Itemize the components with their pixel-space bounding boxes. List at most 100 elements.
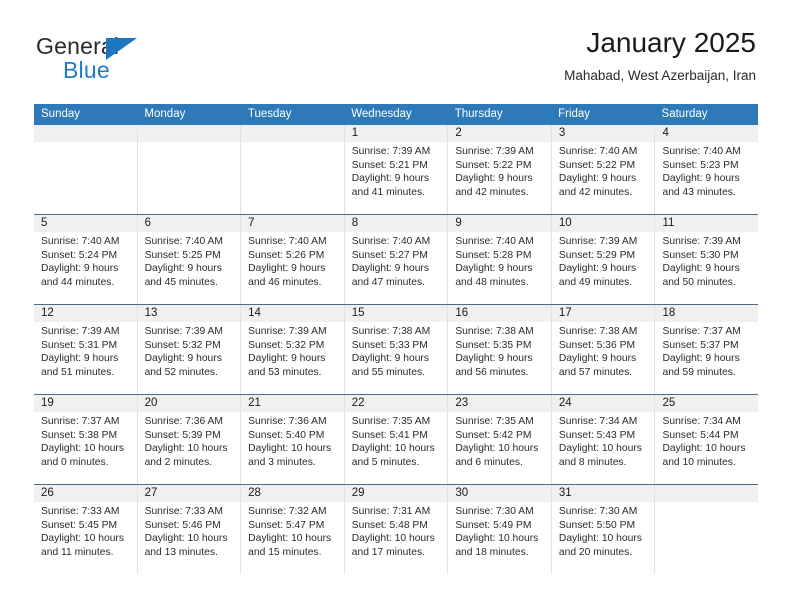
day-number: 23 [455,397,469,409]
day-details: Sunrise: 7:40 AM Sunset: 5:25 PM Daylight:… [138,232,241,289]
daylight-text: Daylight: 9 hours [662,353,740,365]
day-number: 14 [248,307,261,319]
day-details: Sunrise: 7:39 AM Sunset: 5:29 PM Daylight:… [552,232,655,289]
weekday-header-tuesday: Tuesday [247,108,292,120]
calendar-day-cell[interactable]: 12 Sunrise: 7:39 AM Sunset: 5:31 PM Dayligh… [34,305,138,394]
calendar-day-cell[interactable]: 28 Sunrise: 7:32 AM Sunset: 5:47 PM Dayligh… [241,485,345,574]
day-number-band: 22 [344,395,448,412]
calendar-day-cell[interactable]: 21 Sunrise: 7:36 AM Sunset: 5:40 PM Dayligh… [241,395,345,484]
day-number-band: 6 [137,215,241,232]
sunrise-text: Sunrise: 7:30 AM [455,506,534,517]
day-details: Sunrise: 7:34 AM Sunset: 5:43 PM Daylight:… [552,412,655,469]
brand-logo[interactable]: General Blue [36,33,216,87]
calendar-day-cell[interactable]: 6 Sunrise: 7:40 AM Sunset: 5:25 PM Daylight… [137,215,242,304]
calendar-day-cell[interactable]: 23 Sunrise: 7:35 AM Sunset: 5:42 PM Dayligh… [448,395,552,484]
day-number-band [241,125,344,142]
day-number-band: 27 [137,485,241,502]
daylight-text: and 17 minutes. [351,546,426,558]
calendar-day-cell[interactable]: 1 Sunrise: 7:39 AM Sunset: 5:21 PM Daylight… [344,125,449,214]
daylight-text: and 56 minutes. [455,366,529,378]
sunset-text: Sunset: 5:32 PM [248,339,325,351]
calendar-day-cell[interactable]: 17 Sunrise: 7:38 AM Sunset: 5:36 PM Dayligh… [551,305,656,394]
day-number: 9 [455,217,462,229]
calendar-day-cell[interactable]: 29 Sunrise: 7:31 AM Sunset: 5:48 PM Dayligh… [344,485,449,574]
calendar-day-cell[interactable]: 25 Sunrise: 7:34 AM Sunset: 5:44 PM Dayligh… [655,395,759,484]
calendar-day-cell[interactable]: 19 Sunrise: 7:37 AM Sunset: 5:38 PM Dayligh… [34,395,138,484]
daylight-text: and 47 minutes. [351,276,426,288]
daylight-text: Daylight: 9 hours [558,353,637,365]
day-details: Sunrise: 7:40 AM Sunset: 5:22 PM Daylight:… [552,142,655,199]
sunrise-text: Sunrise: 7:38 AM [351,326,431,337]
calendar-day-cell-empty [34,125,138,214]
day-details: Sunrise: 7:40 AM Sunset: 5:26 PM Daylight:… [241,232,344,289]
calendar-day-cell[interactable]: 18 Sunrise: 7:37 AM Sunset: 5:37 PM Dayligh… [655,305,759,394]
day-details: Sunrise: 7:33 AM Sunset: 5:46 PM Daylight:… [138,502,241,559]
day-number: 11 [662,217,675,229]
day-number-band: 13 [137,305,241,322]
calendar-day-cell[interactable]: 15 Sunrise: 7:38 AM Sunset: 5:33 PM Dayligh… [344,305,449,394]
daylight-text: and 46 minutes. [248,276,322,288]
calendar-day-cell[interactable]: 22 Sunrise: 7:35 AM Sunset: 5:41 PM Dayligh… [344,395,449,484]
daylight-text: and 44 minutes. [41,276,115,288]
daylight-text: and 42 minutes. [558,186,633,198]
sunrise-text: Sunrise: 7:34 AM [662,416,741,427]
day-number: 6 [144,217,151,229]
daylight-text: Daylight: 9 hours [662,173,740,185]
daylight-text: and 18 minutes. [455,546,529,558]
daylight-text: and 0 minutes. [41,456,109,468]
sunrise-text: Sunrise: 7:39 AM [144,326,223,337]
daylight-text: Daylight: 10 hours [248,533,332,545]
weekday-header-sunday: Sunday [41,108,81,120]
sunset-text: Sunset: 5:28 PM [455,249,532,261]
day-number-band: 20 [137,395,241,412]
calendar-day-cell[interactable]: 7 Sunrise: 7:40 AM Sunset: 5:26 PM Daylight… [241,215,345,304]
day-details: Sunrise: 7:39 AM Sunset: 5:32 PM Daylight:… [241,322,344,379]
calendar-week-row: 5 Sunrise: 7:40 AM Sunset: 5:24 PM Daylight… [34,214,759,304]
daylight-text: Daylight: 10 hours [558,443,642,455]
daylight-text: Daylight: 10 hours [144,443,228,455]
day-number-band: 19 [34,395,137,412]
sunset-text: Sunset: 5:47 PM [248,519,325,531]
calendar-day-cell[interactable]: 5 Sunrise: 7:40 AM Sunset: 5:24 PM Daylight… [34,215,138,304]
calendar-day-cell-empty [655,485,759,574]
day-number-band: 9 [448,215,551,232]
calendar-day-cell[interactable]: 3 Sunrise: 7:40 AM Sunset: 5:22 PM Daylight… [551,125,656,214]
calendar-day-cell[interactable]: 14 Sunrise: 7:39 AM Sunset: 5:32 PM Dayligh… [241,305,345,394]
day-details: Sunrise: 7:34 AM Sunset: 5:44 PM Daylight:… [655,412,758,469]
calendar-day-cell[interactable]: 4 Sunrise: 7:40 AM Sunset: 5:23 PM Daylight… [655,125,759,214]
calendar-day-cell[interactable]: 11 Sunrise: 7:39 AM Sunset: 5:30 PM Dayligh… [655,215,759,304]
daylight-text: Daylight: 10 hours [662,443,746,455]
day-number: 28 [248,487,261,499]
calendar-day-cell[interactable]: 20 Sunrise: 7:36 AM Sunset: 5:39 PM Dayligh… [137,395,242,484]
sunrise-text: Sunrise: 7:39 AM [455,146,534,157]
daylight-text: and 6 minutes. [455,456,523,468]
day-number: 3 [558,127,566,139]
sunset-text: Sunset: 5:39 PM [144,429,221,441]
weekday-header-thursday: Thursday [454,108,503,120]
day-number-band: 1 [344,125,448,142]
weekday-header-wednesday: Wednesday [351,108,412,120]
daylight-text: Daylight: 9 hours [351,353,430,365]
calendar-day-cell[interactable]: 16 Sunrise: 7:38 AM Sunset: 5:35 PM Dayligh… [448,305,552,394]
sunset-text: Sunset: 5:25 PM [144,249,221,261]
calendar-day-cell[interactable]: 27 Sunrise: 7:33 AM Sunset: 5:46 PM Dayligh… [137,485,242,574]
calendar-day-cell[interactable]: 9 Sunrise: 7:40 AM Sunset: 5:28 PM Daylight… [448,215,552,304]
day-number: 1 [351,127,359,139]
day-number-band: 14 [241,305,344,322]
day-details [34,142,137,145]
calendar-day-cell[interactable]: 8 Sunrise: 7:40 AM Sunset: 5:27 PM Daylight… [344,215,449,304]
daylight-text: and 59 minutes. [662,366,736,378]
calendar-day-cell[interactable]: 2 Sunrise: 7:39 AM Sunset: 5:22 PM Daylight… [448,125,552,214]
calendar-day-cell[interactable]: 10 Sunrise: 7:39 AM Sunset: 5:29 PM Dayligh… [551,215,656,304]
calendar-day-cell[interactable]: 13 Sunrise: 7:39 AM Sunset: 5:32 PM Dayligh… [137,305,242,394]
calendar-day-cell[interactable]: 31 Sunrise: 7:30 AM Sunset: 5:50 PM Dayligh… [551,485,656,574]
sunrise-text: Sunrise: 7:37 AM [662,326,741,337]
calendar-day-cell[interactable]: 30 Sunrise: 7:30 AM Sunset: 5:49 PM Dayligh… [448,485,552,574]
calendar-day-cell[interactable]: 24 Sunrise: 7:34 AM Sunset: 5:43 PM Dayligh… [551,395,656,484]
day-details: Sunrise: 7:38 AM Sunset: 5:33 PM Daylight:… [345,322,448,379]
day-number-band: 5 [34,215,137,232]
calendar-day-cell[interactable]: 26 Sunrise: 7:33 AM Sunset: 5:45 PM Dayligh… [34,485,138,574]
day-number: 2 [455,127,462,139]
daylight-text: and 49 minutes. [558,276,633,288]
day-details: Sunrise: 7:30 AM Sunset: 5:50 PM Daylight:… [552,502,655,559]
